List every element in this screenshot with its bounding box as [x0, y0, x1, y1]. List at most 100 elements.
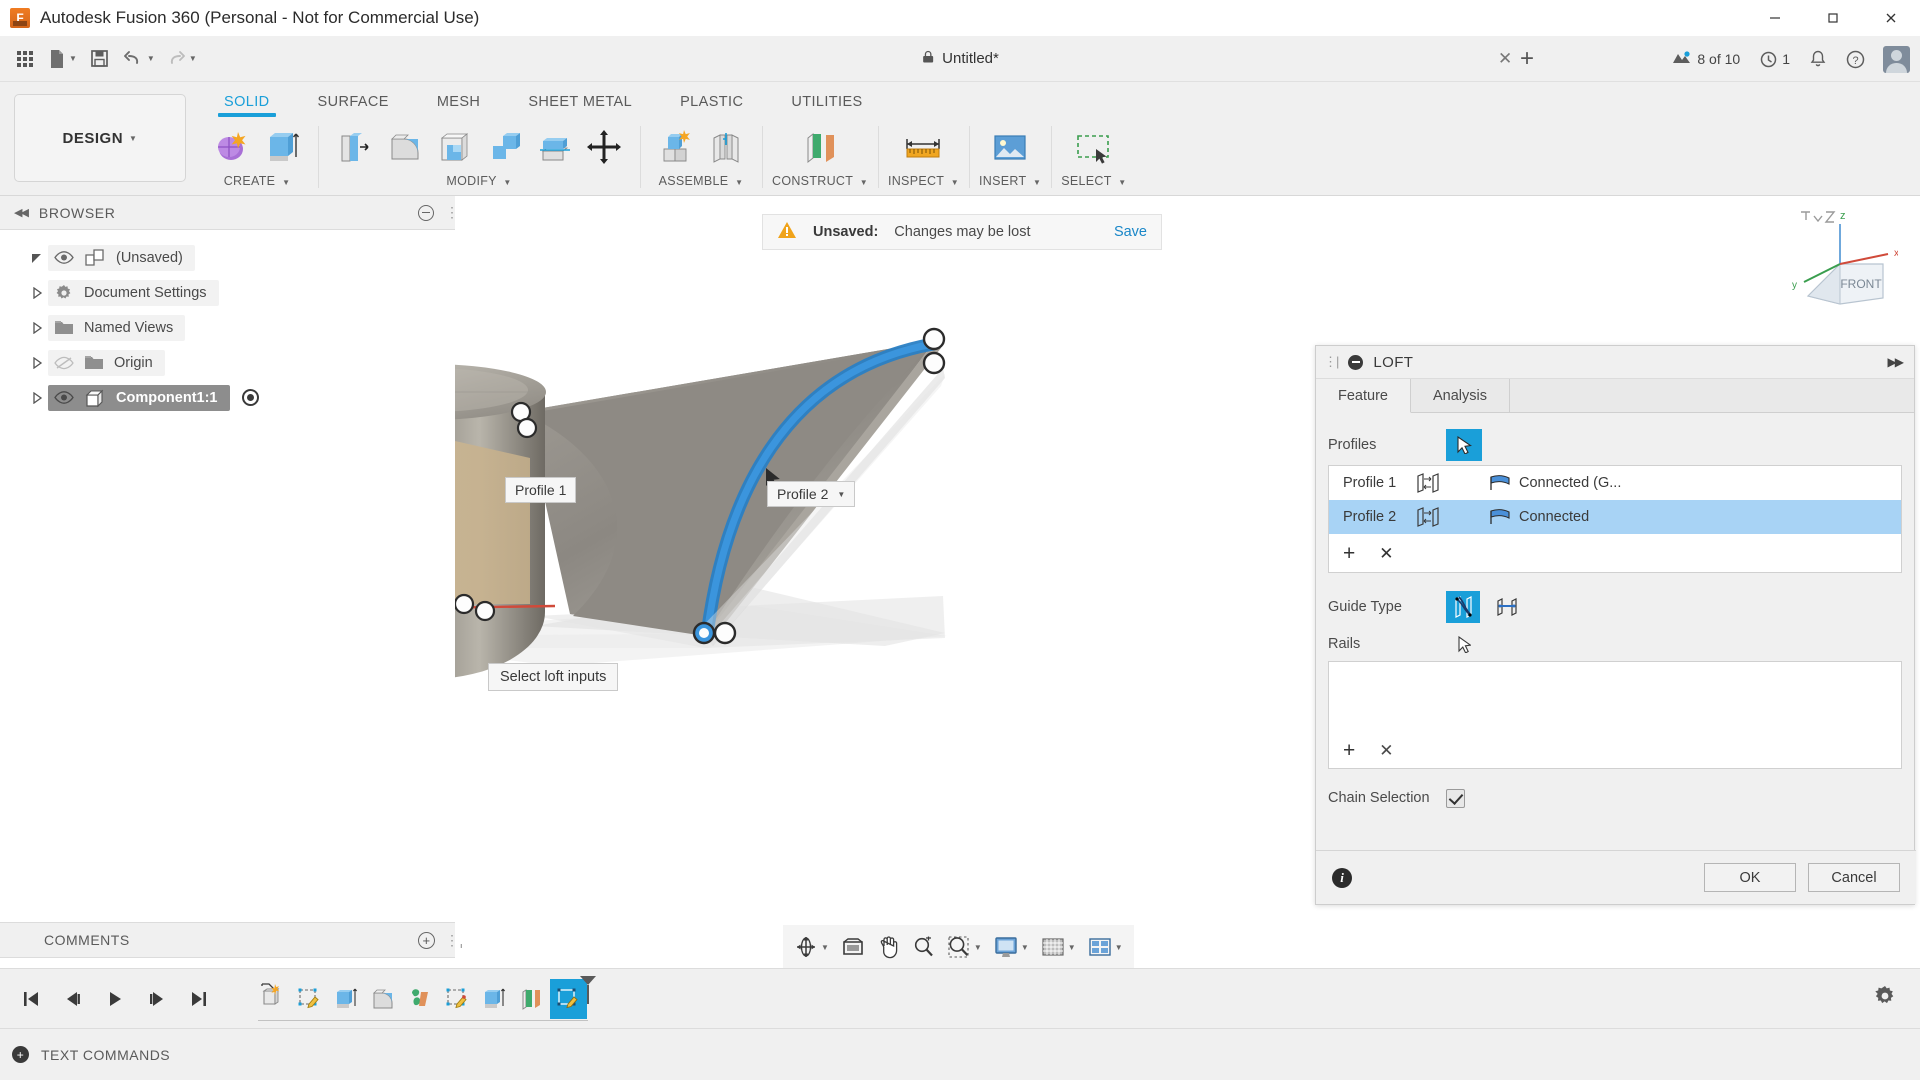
add-profile-button[interactable]: +: [1343, 543, 1355, 564]
profile-plane-icon[interactable]: [1415, 507, 1489, 527]
expand-triangle-icon[interactable]: [26, 391, 48, 404]
jobs-status[interactable]: 8 of 10: [1664, 42, 1748, 76]
fillet-icon[interactable]: [382, 124, 426, 170]
visibility-eye-icon[interactable]: [54, 390, 74, 405]
rails-select-button[interactable]: [1446, 628, 1482, 660]
redo-icon[interactable]: ▼: [161, 42, 201, 76]
document-tab[interactable]: Untitled*: [921, 50, 999, 67]
tree-row-document-settings[interactable]: Document Settings: [0, 275, 455, 310]
combine-icon[interactable]: [482, 124, 526, 170]
tab-mesh[interactable]: MESH: [413, 90, 505, 116]
text-commands-icon[interactable]: +: [12, 1046, 29, 1063]
sketch-create-icon[interactable]: [210, 124, 254, 170]
offset-plane-icon[interactable]: [798, 124, 842, 170]
profiles-select-button[interactable]: [1446, 429, 1482, 461]
connected-icon[interactable]: [1489, 508, 1519, 526]
undo-icon[interactable]: ▼: [119, 42, 159, 76]
new-component-icon[interactable]: [654, 124, 698, 170]
profile-plane-icon[interactable]: [1415, 473, 1489, 493]
user-avatar[interactable]: [1883, 45, 1910, 73]
centerline-guide-icon[interactable]: [1490, 591, 1524, 623]
visibility-eye-icon[interactable]: [54, 250, 74, 265]
go-to-start-icon[interactable]: [18, 986, 44, 1012]
view-cube[interactable]: z FRONT x y: [1768, 206, 1899, 316]
workspace-selector[interactable]: DESIGN ▼: [14, 94, 186, 182]
look-at-icon[interactable]: [836, 928, 870, 966]
timeline-marker-icon[interactable]: [579, 975, 597, 1010]
text-commands-bar[interactable]: + TEXT COMMANDS: [0, 1028, 1920, 1080]
chevron-down-icon[interactable]: ▼: [837, 490, 845, 499]
joint-icon[interactable]: [704, 124, 748, 170]
shell-icon[interactable]: [432, 124, 476, 170]
tab-sheet-metal[interactable]: SHEET METAL: [504, 90, 656, 116]
expand-right-icon[interactable]: ▶▶: [1888, 355, 1905, 369]
viewports-icon[interactable]: ▼: [1083, 928, 1128, 966]
collapse-left-icon[interactable]: ◀◀: [14, 206, 29, 219]
comments-panel[interactable]: COMMENTS + ⋮|: [0, 922, 463, 958]
group-label-select[interactable]: SELECT ▼: [1061, 174, 1126, 188]
chain-selection-row[interactable]: Chain Selection: [1328, 781, 1902, 815]
remove-profile-button[interactable]: ✕: [1379, 545, 1393, 562]
new-tab-button[interactable]: +: [1520, 45, 1534, 73]
group-label-assemble[interactable]: ASSEMBLE ▼: [659, 174, 744, 188]
insert-canvas-icon[interactable]: [988, 124, 1032, 170]
zoom-icon[interactable]: [907, 928, 940, 966]
move-copy-icon[interactable]: [582, 124, 626, 170]
extrude-icon[interactable]: [260, 124, 304, 170]
profile-list-row[interactable]: Profile 2 Connected: [1329, 500, 1901, 534]
play-icon[interactable]: [102, 986, 128, 1012]
display-settings-icon[interactable]: ▼: [989, 928, 1034, 966]
minimize-panel-icon[interactable]: [418, 204, 434, 221]
rails-guide-icon[interactable]: [1446, 591, 1480, 623]
expand-triangle-icon[interactable]: [26, 356, 48, 369]
ok-button[interactable]: OK: [1704, 863, 1796, 892]
tab-feature[interactable]: Feature: [1316, 379, 1411, 413]
tab-utilities[interactable]: UTILITIES: [767, 90, 886, 116]
pan-icon[interactable]: [872, 928, 905, 966]
tab-plastic[interactable]: PLASTIC: [656, 90, 767, 116]
tab-solid[interactable]: SOLID: [200, 90, 294, 117]
minimize-button[interactable]: [1746, 0, 1804, 36]
group-label-construct[interactable]: CONSTRUCT ▼: [772, 174, 868, 188]
close-button[interactable]: [1862, 0, 1920, 36]
app-grid-icon[interactable]: [8, 42, 42, 76]
activate-component-radio[interactable]: [241, 389, 259, 406]
group-label-modify[interactable]: MODIFY ▼: [446, 174, 511, 188]
add-rail-button[interactable]: +: [1343, 739, 1355, 763]
help-button[interactable]: ?: [1838, 42, 1873, 76]
tree-row-component1[interactable]: Component1:1: [0, 380, 455, 415]
expand-triangle-icon[interactable]: [26, 321, 48, 334]
group-label-insert[interactable]: INSERT ▼: [979, 174, 1041, 188]
tree-row-unsaved[interactable]: (Unsaved): [0, 240, 455, 275]
save-icon[interactable]: [83, 42, 117, 76]
maximize-button[interactable]: [1804, 0, 1862, 36]
timeline-settings-gear-icon[interactable]: [1872, 983, 1898, 1014]
group-label-inspect[interactable]: INSPECT ▼: [888, 174, 959, 188]
visibility-eye-off-icon[interactable]: [54, 356, 74, 370]
expand-triangle-icon[interactable]: [26, 286, 48, 299]
profile-1-canvas-label[interactable]: Profile 1: [505, 477, 577, 503]
rails-list[interactable]: + ✕: [1328, 661, 1902, 769]
expand-triangle-icon[interactable]: [26, 252, 48, 264]
profile-2-canvas-label[interactable]: Profile 2 ▼: [767, 481, 856, 507]
measure-icon[interactable]: [901, 124, 945, 170]
go-to-end-icon[interactable]: [186, 986, 212, 1012]
group-label-create[interactable]: CREATE ▼: [224, 174, 291, 188]
chain-selection-checkbox[interactable]: [1446, 788, 1465, 808]
select-window-icon[interactable]: [1072, 124, 1116, 170]
offset-face-icon[interactable]: [532, 124, 576, 170]
tab-surface[interactable]: SURFACE: [294, 90, 413, 116]
connected-icon[interactable]: [1489, 474, 1519, 492]
step-forward-icon[interactable]: [144, 986, 170, 1012]
dialog-drag-grip[interactable]: ⋮|: [1324, 354, 1339, 370]
tree-row-origin[interactable]: Origin: [0, 345, 455, 380]
press-pull-icon[interactable]: [332, 124, 376, 170]
cancel-button[interactable]: Cancel: [1808, 863, 1900, 892]
grid-snaps-icon[interactable]: ▼: [1036, 928, 1081, 966]
add-comment-icon[interactable]: +: [418, 931, 435, 949]
collapse-icon[interactable]: [1348, 354, 1364, 370]
zoom-window-icon[interactable]: ▼: [942, 928, 987, 966]
new-document-icon[interactable]: ▼: [44, 42, 81, 76]
profile-list-row[interactable]: Profile 1 Connected (G...: [1329, 466, 1901, 500]
notifications-button[interactable]: [1802, 42, 1834, 76]
